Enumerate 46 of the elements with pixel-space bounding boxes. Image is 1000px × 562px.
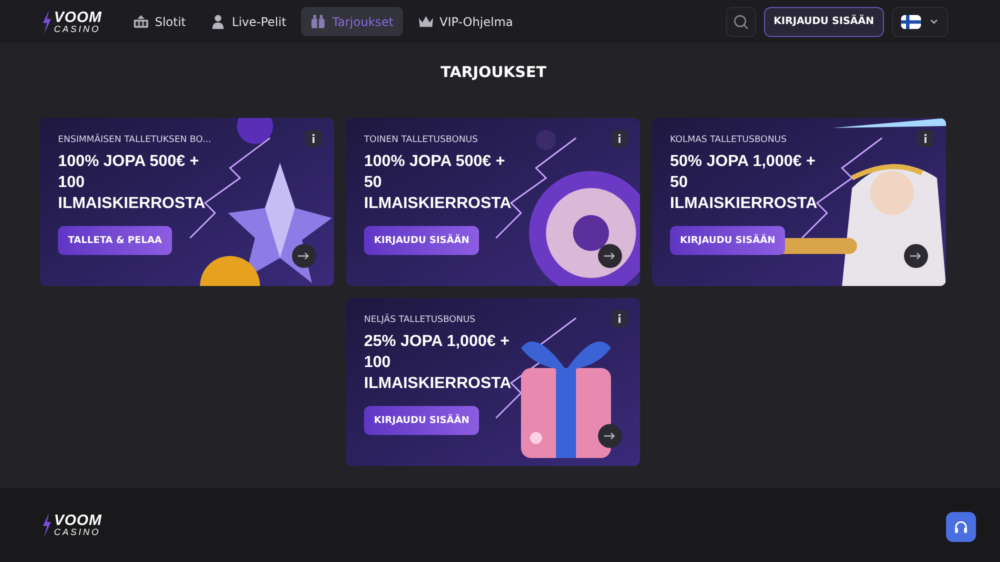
lightning-icon — [42, 513, 52, 537]
offer-subtitle: ENSIMMÄISEN TALLETUKSEN BO... — [58, 135, 212, 145]
info-icon — [618, 314, 621, 323]
offer-button[interactable]: KIRJAUDU SISÄÄN — [364, 226, 480, 255]
language-selector[interactable] — [892, 6, 948, 36]
login-button[interactable]: KIRJAUDU SISÄÄN — [764, 6, 884, 36]
info-icon — [312, 134, 315, 143]
info-button[interactable] — [917, 130, 934, 147]
nav-tab[interactable]: Live-Pelit — [200, 7, 296, 36]
offer-subtitle: KOLMAS TALLETUSBONUS — [670, 135, 787, 145]
nav-tab[interactable]: VIP-Ohjelma — [408, 7, 522, 36]
offer-button[interactable]: KIRJAUDU SISÄÄN — [670, 226, 786, 255]
info-icon — [618, 134, 621, 143]
person-icon — [210, 14, 226, 29]
offer-headline: 100% JOPA 500€ + 50 ILMAISKIERROSTA — [364, 152, 512, 214]
info-button[interactable] — [305, 130, 322, 147]
chevron-down-icon — [929, 18, 939, 26]
logo-text: VOOM — [54, 513, 102, 528]
offer-headline: 100% JOPA 500€ + 100 ILMAISKIERROSTA — [58, 152, 206, 214]
info-button[interactable] — [611, 310, 628, 327]
logo-text[interactable]: VOOM — [54, 10, 102, 24]
slot-machine-icon — [132, 14, 149, 29]
lightning-icon — [42, 10, 52, 34]
info-icon — [924, 134, 927, 143]
page-title: TARJOUKSET — [440, 63, 548, 81]
crown-icon — [418, 14, 434, 29]
logo-subtext[interactable]: CASINO — [54, 24, 102, 34]
headset-icon — [954, 520, 968, 534]
arrow-right-icon — [604, 432, 616, 440]
search-icon — [732, 14, 749, 30]
arrow-right-icon — [604, 252, 616, 260]
offer-headline: 50% JOPA 1,000€ + 50 ILMAISKIERROSTA — [670, 152, 818, 214]
gift-icon — [310, 14, 326, 29]
nav-tab[interactable]: Slotit — [124, 7, 195, 36]
arrow-right-icon — [910, 252, 922, 260]
logo-subtext: CASINO — [54, 528, 102, 537]
offer-button[interactable]: KIRJAUDU SISÄÄN — [364, 406, 480, 435]
offer-headline: 25% JOPA 1,000€ + 100 ILMAISKIERROSTA — [364, 332, 512, 394]
search-button[interactable] — [726, 6, 756, 36]
support-button[interactable] — [946, 512, 976, 542]
flag-icon — [901, 14, 921, 28]
arrow-right-icon — [298, 252, 310, 260]
offer-button[interactable]: TALLETA & PELAA — [58, 226, 172, 255]
offer-subtitle: NELJÄS TALLETUSBONUS — [364, 315, 476, 325]
offer-subtitle: TOINEN TALLETUSBONUS — [364, 135, 478, 145]
info-button[interactable] — [611, 130, 628, 147]
